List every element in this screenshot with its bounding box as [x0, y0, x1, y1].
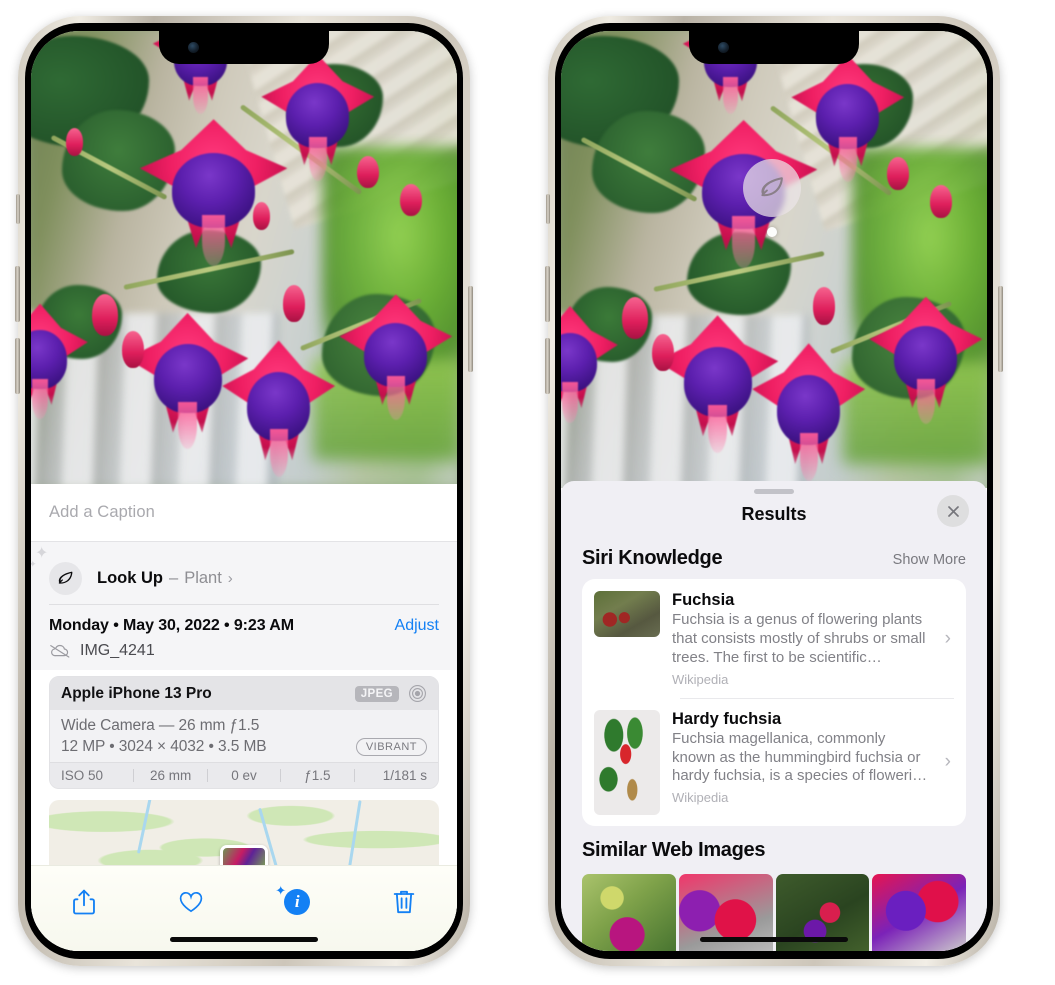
leaf-icon: [761, 177, 783, 197]
show-more-button[interactable]: Show More: [893, 552, 966, 568]
phone-right: Results Siri Knowledge Show More Fuchsia…: [545, 16, 1003, 966]
knowledge-thumbnail: [594, 591, 660, 637]
phone-bezel-right: Results Siri Knowledge Show More Fuchsia…: [555, 23, 993, 959]
knowledge-description: Fuchsia is a genus of flowering plants t…: [672, 611, 926, 666]
notch-right: [689, 31, 859, 64]
caption-input[interactable]: Add a Caption: [49, 503, 155, 522]
photo-filename: IMG_4241: [80, 642, 155, 659]
home-indicator: [700, 937, 848, 942]
format-badge: JPEG: [354, 685, 399, 702]
knowledge-title: Hardy fuchsia: [672, 709, 782, 728]
mute-switch[interactable]: [546, 194, 550, 224]
visual-lookup-badge[interactable]: [743, 159, 801, 217]
photo-viewer-left[interactable]: [31, 31, 457, 484]
exif-aperture: ƒ1.5: [304, 768, 331, 783]
fuchsia-photo-art: [31, 31, 457, 484]
look-up-dash: –: [169, 568, 179, 587]
screen-left: Add a Caption ✦ ✦ Look Up – Plant › Mond…: [31, 31, 457, 951]
photo-datetime: Monday • May 30, 2022 • 9:23 AM: [49, 617, 294, 634]
photo-viewer-right[interactable]: [561, 31, 987, 488]
mute-switch[interactable]: [16, 194, 20, 224]
siri-knowledge-header: Siri Knowledge Show More: [561, 534, 987, 579]
camera-info-card: Apple iPhone 13 Pro JPEG Wide Camera — 2…: [49, 676, 439, 789]
look-up-label: Look Up: [97, 568, 163, 587]
location-map[interactable]: [49, 800, 439, 872]
web-image-thumbnail[interactable]: [872, 873, 966, 951]
exif-iso: ISO 50: [61, 768, 104, 783]
info-button[interactable]: ✦ i: [274, 882, 320, 922]
camera-model: Apple iPhone 13 Pro: [61, 684, 212, 702]
front-camera-icon: [188, 42, 199, 53]
image-specs: 12 MP • 3024 × 4032 • 3.5 MB: [61, 738, 267, 755]
camera-card-header: Apple iPhone 13 Pro JPEG: [50, 677, 438, 710]
close-icon: [947, 505, 959, 517]
exif-focal: 26 mm: [149, 768, 192, 783]
knowledge-title: Fuchsia: [672, 591, 735, 609]
web-image-thumbnail[interactable]: [582, 873, 676, 951]
sparkle-icon: ✦: [275, 883, 287, 898]
aperture-icon: [408, 684, 427, 703]
look-up-plant-row[interactable]: ✦ ✦ Look Up – Plant ›: [31, 546, 439, 604]
chevron-right-icon: ›: [944, 751, 951, 773]
screen-right: Results Siri Knowledge Show More Fuchsia…: [561, 31, 987, 951]
knowledge-source: Wikipedia: [672, 790, 729, 806]
power-button[interactable]: [468, 286, 473, 372]
screenshot-stage: Add a Caption ✦ ✦ Look Up – Plant › Mond…: [0, 0, 1055, 985]
power-button[interactable]: [998, 286, 1003, 372]
results-title: Results: [741, 503, 807, 524]
sparkle-icon-large: ✦: [35, 545, 49, 562]
front-camera-icon: [718, 42, 729, 53]
photographic-style-badge: VIBRANT: [355, 738, 427, 756]
siri-knowledge-card: Fuchsia Fuchsia is a genus of flowering …: [582, 579, 966, 826]
close-button[interactable]: [937, 495, 969, 527]
sparkle-icon-small: ✦: [31, 559, 37, 569]
similar-web-images-header: Similar Web Images: [561, 826, 987, 866]
results-header: Results: [561, 494, 987, 534]
favorite-button[interactable]: [168, 882, 214, 922]
lookup-block: ✦ ✦ Look Up – Plant ›: [31, 542, 457, 605]
fuchsia-photo-art: [561, 31, 987, 488]
knowledge-thumbnail: [594, 709, 660, 815]
chevron-right-icon: ›: [944, 627, 951, 649]
share-button[interactable]: [61, 882, 107, 922]
caption-field-row[interactable]: Add a Caption: [31, 484, 457, 542]
knowledge-source: Wikipedia: [672, 671, 729, 687]
exif-ev: 0 ev: [231, 768, 257, 783]
photo-info-sheet: Add a Caption ✦ ✦ Look Up – Plant › Mond…: [31, 484, 457, 951]
volume-down-button[interactable]: [15, 338, 20, 394]
camera-card-body: Wide Camera — 26 mm ƒ1.5 12 MP • 3024 × …: [50, 710, 438, 762]
home-indicator: [170, 937, 318, 942]
visual-lookup-anchor-dot: [767, 227, 777, 237]
volume-up-button[interactable]: [545, 266, 550, 322]
knowledge-description: Fuchsia magellanica, commonly known as t…: [672, 729, 928, 785]
section-title: Siri Knowledge: [582, 547, 723, 569]
exif-shutter: 1/181 s: [382, 768, 428, 783]
phone-left: Add a Caption ✦ ✦ Look Up – Plant › Mond…: [15, 16, 473, 966]
info-icon: i: [284, 889, 311, 915]
results-sheet: Results Siri Knowledge Show More Fuchsia…: [561, 481, 987, 951]
leaf-icon: [49, 561, 82, 595]
cloud-slash-icon: [49, 643, 71, 659]
knowledge-item[interactable]: Hardy fuchsia Fuchsia magellanica, commo…: [582, 697, 966, 826]
delete-button[interactable]: [381, 882, 427, 922]
lens-info: Wide Camera — 26 mm ƒ1.5: [61, 717, 260, 734]
exif-strip: ISO 50 26 mm 0 ev ƒ1.5 1/181 s: [50, 762, 438, 788]
look-up-subject: Plant: [184, 568, 222, 587]
metadata-block: Monday • May 30, 2022 • 9:23 AM Adjust I…: [31, 605, 457, 670]
phone-bezel-left: Add a Caption ✦ ✦ Look Up – Plant › Mond…: [25, 23, 463, 959]
adjust-button[interactable]: Adjust: [395, 617, 439, 635]
section-title: Similar Web Images: [582, 838, 766, 861]
volume-up-button[interactable]: [15, 266, 20, 322]
knowledge-item[interactable]: Fuchsia Fuchsia is a genus of flowering …: [582, 579, 966, 698]
notch-left: [159, 31, 329, 64]
chevron-right-icon: ›: [227, 569, 233, 587]
volume-down-button[interactable]: [545, 338, 550, 394]
